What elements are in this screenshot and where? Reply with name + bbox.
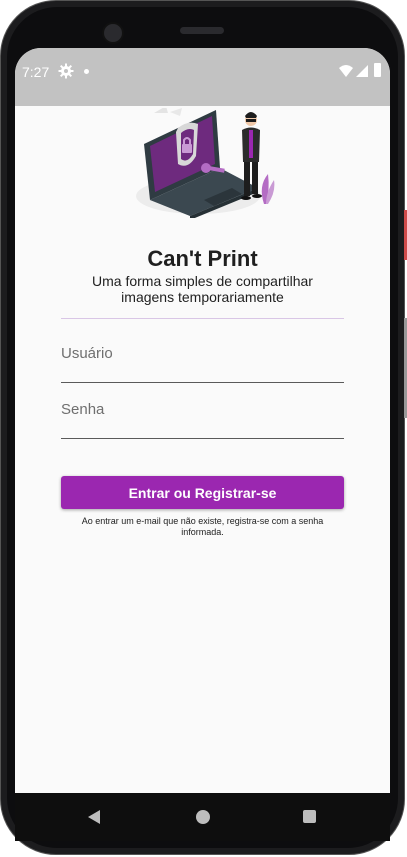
home-icon[interactable] bbox=[196, 810, 210, 824]
battery-icon bbox=[374, 63, 381, 77]
app-title: Can't Print bbox=[147, 246, 258, 271]
speaker-grille bbox=[180, 27, 224, 34]
wifi-icon bbox=[339, 65, 353, 77]
status-bar: 7:27 bbox=[15, 48, 390, 106]
signal-icon bbox=[356, 65, 368, 77]
back-icon[interactable] bbox=[88, 810, 100, 824]
status-time: 7:27 bbox=[22, 64, 50, 80]
username-field bbox=[61, 338, 344, 383]
password-field bbox=[61, 394, 344, 439]
login-register-button[interactable]: Entrar ou Registrar-se bbox=[61, 476, 344, 509]
camera-icon bbox=[102, 22, 124, 44]
divider bbox=[61, 318, 344, 319]
security-lock-laptop-illustration bbox=[136, 108, 275, 218]
recents-icon[interactable] bbox=[303, 810, 316, 823]
system-nav-bar bbox=[15, 793, 390, 841]
password-input[interactable] bbox=[61, 394, 344, 418]
app-subtitle: Uma forma simples de compartilhar imagen… bbox=[92, 273, 313, 305]
notification-dot-icon bbox=[84, 69, 89, 74]
register-hint: Ao entrar um e-mail que não existe, regi… bbox=[81, 516, 324, 537]
username-input[interactable] bbox=[61, 338, 344, 362]
app-screen: 7:27 Can't Print Uma forma simples de co… bbox=[15, 48, 390, 793]
gear-icon bbox=[58, 63, 74, 79]
